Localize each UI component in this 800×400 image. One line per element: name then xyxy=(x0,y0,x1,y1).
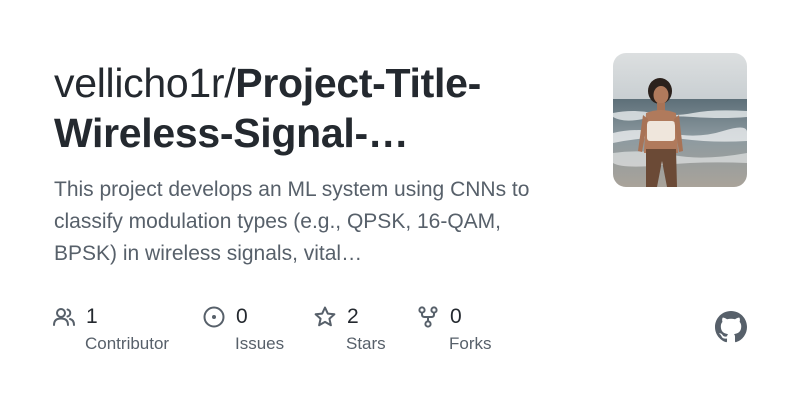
people-icon xyxy=(53,308,75,326)
repo-name-line2[interactable]: Wireless-Signal-… xyxy=(54,110,409,156)
contributors-label: Contributor xyxy=(85,334,170,353)
avatar-photo-icon xyxy=(613,53,747,187)
fork-icon xyxy=(418,306,438,328)
star-icon xyxy=(314,306,336,327)
description-line: classify modulation types (e.g., QPSK, 1… xyxy=(54,210,502,233)
stat-stars[interactable]: 2 Stars xyxy=(313,303,386,353)
github-logo-icon[interactable] xyxy=(715,311,747,343)
description-line: This project develops an ML system using… xyxy=(54,178,530,201)
contributors-count: 1 xyxy=(86,305,98,328)
description-line: BPSK) in wireless signals, vital… xyxy=(54,242,363,265)
repo-title[interactable]: vellicho1r/Project-Title- Wireless-Signa… xyxy=(54,58,594,158)
stat-issues[interactable]: 0 Issues xyxy=(202,303,284,353)
forks-label: Forks xyxy=(449,334,492,353)
repo-social-card: vellicho1r/Project-Title- Wireless-Signa… xyxy=(0,0,800,400)
stars-label: Stars xyxy=(346,334,386,353)
repo-owner[interactable]: vellicho1r/ xyxy=(54,60,236,106)
issues-count: 0 xyxy=(236,305,248,328)
avatar[interactable] xyxy=(613,53,747,187)
issues-label: Issues xyxy=(235,334,285,353)
stars-count: 2 xyxy=(347,305,359,328)
forks-count: 0 xyxy=(450,305,462,328)
repo-name-line1[interactable]: Project-Title- xyxy=(235,60,481,106)
issue-icon xyxy=(203,306,225,328)
repo-description: This project develops an ML system using… xyxy=(54,174,594,270)
stat-contributors[interactable]: 1 Contributor xyxy=(52,303,169,353)
stat-forks[interactable]: 0 Forks xyxy=(416,303,492,353)
